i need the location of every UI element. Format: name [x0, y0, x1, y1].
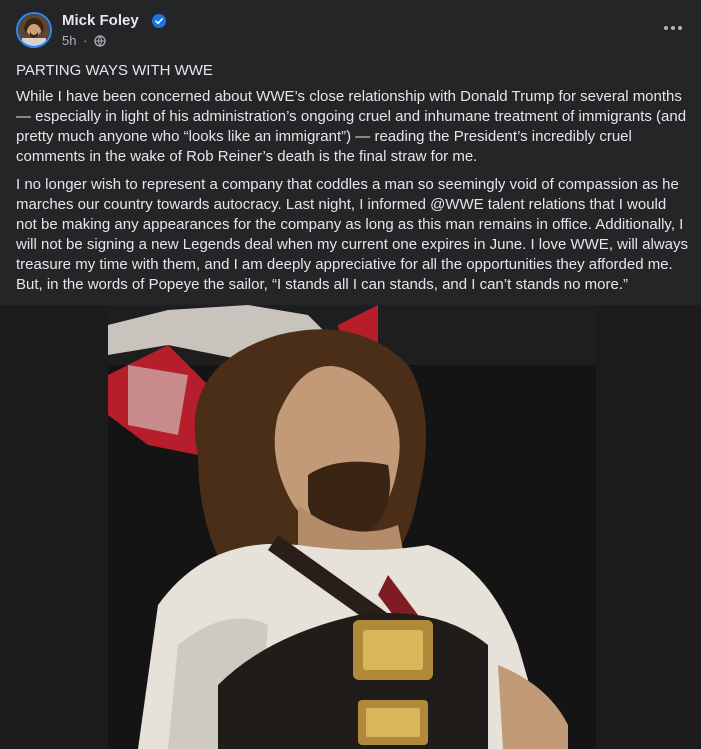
post-photo[interactable]: [108, 305, 596, 749]
post-meta: 5h ·: [62, 33, 106, 48]
author-name[interactable]: Mick Foley: [62, 12, 139, 29]
post-title: PARTING WAYS WITH WWE: [16, 62, 213, 79]
post-header: Mick Foley 5h ·: [16, 10, 685, 54]
post-media[interactable]: [0, 305, 701, 749]
author-avatar[interactable]: [16, 12, 52, 48]
globe-icon[interactable]: [94, 35, 106, 47]
meta-separator: ·: [83, 33, 88, 48]
post-paragraph-2: I no longer wish to represent a company …: [16, 176, 688, 293]
facebook-post: Mick Foley 5h · PARTING WAYS WITH WWE Wh…: [0, 0, 701, 749]
post-paragraph-1: While I have been concerned about WWE’s …: [16, 88, 687, 165]
verified-badge-icon: [152, 14, 166, 28]
more-options-icon[interactable]: [657, 14, 689, 42]
post-timestamp[interactable]: 5h: [62, 33, 76, 48]
